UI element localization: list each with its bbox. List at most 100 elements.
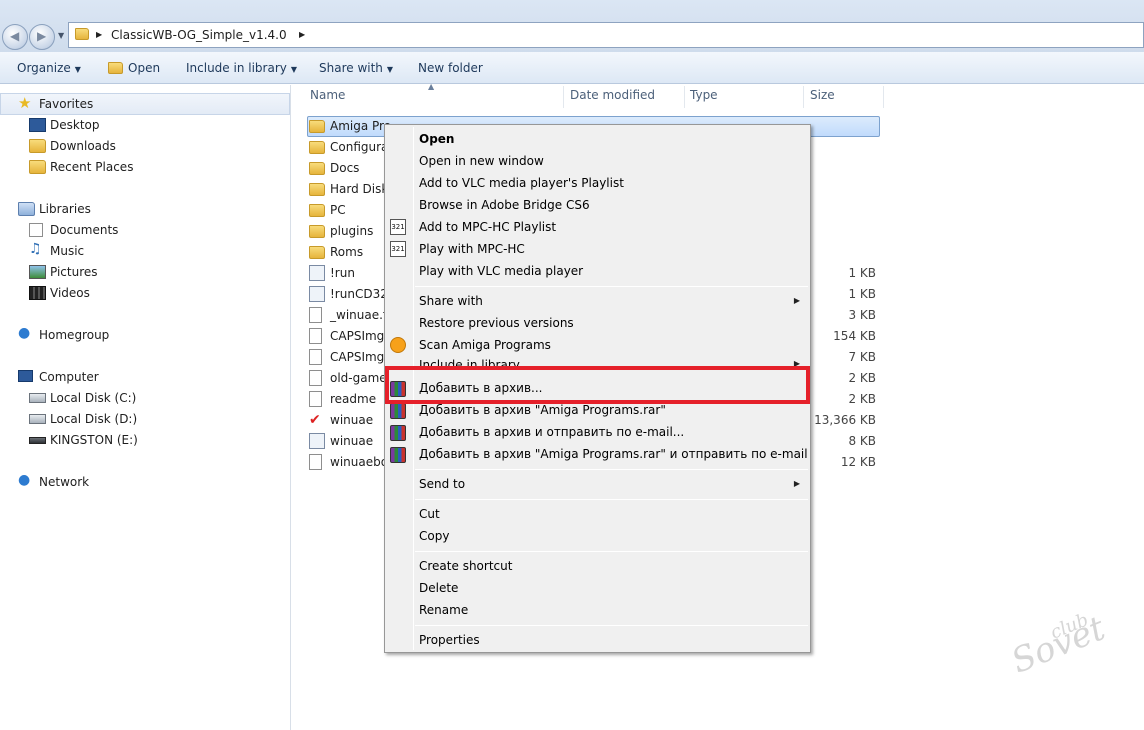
forward-arrow-icon: ▶	[37, 29, 47, 43]
forward-button[interactable]: ▶	[29, 24, 55, 50]
menu-item-delete[interactable]: Delete	[419, 581, 458, 595]
hard-drive-icon	[29, 393, 46, 403]
file-size: 7 KB	[848, 350, 876, 364]
file-icon	[309, 370, 322, 386]
homegroup-icon: ●	[18, 325, 31, 341]
share-with-button[interactable]: Share with ▼	[319, 61, 393, 75]
winrar-icon	[390, 447, 406, 463]
star-icon: ★	[18, 94, 32, 112]
videos-icon	[29, 286, 46, 300]
column-divider[interactable]	[684, 86, 685, 108]
menu-item-scan[interactable]: Scan Amiga Programs	[419, 338, 551, 352]
computer-icon	[18, 370, 33, 382]
menu-item-rar-named-email[interactable]: Добавить в архив "Amiga Programs.rar" и …	[419, 447, 808, 461]
menu-item-adobe-bridge[interactable]: Browse in Adobe Bridge CS6	[419, 198, 590, 212]
menu-item-open-new-window[interactable]: Open in new window	[419, 154, 544, 168]
file-size: 2 KB	[848, 392, 876, 406]
text-file-icon	[309, 391, 322, 407]
address-box[interactable]: ▶ ClassicWB-OG_Simple_v1.4.0 ▶	[68, 22, 1144, 48]
file-size: 13,366 KB	[814, 413, 876, 427]
column-header-name[interactable]: Name	[310, 88, 345, 102]
menu-item-properties[interactable]: Properties	[419, 633, 480, 647]
folder-icon	[309, 120, 325, 133]
column-divider[interactable]	[563, 86, 564, 108]
menu-item-vlc-playlist[interactable]: Add to VLC media player's Playlist	[419, 176, 624, 190]
breadcrumb-current[interactable]: ClassicWB-OG_Simple_v1.4.0	[111, 28, 287, 42]
file-size: 12 KB	[840, 455, 876, 469]
new-folder-button[interactable]: New folder	[418, 61, 483, 75]
folder-icon	[309, 225, 325, 238]
menu-item-copy[interactable]: Copy	[419, 529, 449, 543]
back-arrow-icon: ◀	[10, 29, 20, 43]
folder-icon	[75, 28, 89, 40]
highlight-box	[385, 366, 810, 404]
chevron-down-icon: ▼	[290, 65, 298, 74]
menu-item-cut[interactable]: Cut	[419, 507, 440, 521]
file-size: 3 KB	[848, 308, 876, 322]
menu-item-rar-add-named[interactable]: Добавить в архив "Amiga Programs.rar"	[419, 403, 666, 417]
breadcrumb-arrow-icon[interactable]: ▶	[299, 30, 305, 39]
organize-button[interactable]: Organize ▼	[17, 61, 81, 75]
column-header-date[interactable]: Date modified	[570, 88, 655, 102]
chevron-down-icon: ▼	[74, 65, 81, 74]
mpc-hc-icon: 321	[390, 219, 406, 235]
menu-separator	[415, 469, 808, 470]
config-file-icon	[309, 433, 325, 449]
pictures-icon	[29, 265, 46, 279]
navigation-pane: ★ Favorites Desktop Downloads Recent Plac…	[0, 85, 291, 730]
file-size: 1 KB	[848, 287, 876, 301]
libraries-icon	[18, 202, 35, 216]
executable-icon	[309, 286, 325, 302]
usb-drive-icon	[29, 437, 46, 444]
column-divider[interactable]	[803, 86, 804, 108]
command-toolbar: Organize ▼ Open Include in library ▼ Share…	[0, 52, 1144, 84]
submenu-arrow-icon: ▶	[793, 296, 800, 305]
file-icon	[309, 307, 322, 323]
folder-icon	[108, 62, 123, 74]
menu-item-create-shortcut[interactable]: Create shortcut	[419, 559, 512, 573]
file-icon	[309, 454, 322, 470]
back-button[interactable]: ◀	[2, 24, 28, 50]
folder-icon	[309, 141, 325, 154]
winrar-icon	[390, 425, 406, 441]
downloads-folder-icon	[29, 139, 46, 153]
executable-icon	[309, 265, 325, 281]
file-size: 2 KB	[848, 371, 876, 385]
breadcrumb-arrow-icon[interactable]: ▶	[96, 30, 102, 39]
menu-item-restore-versions[interactable]: Restore previous versions	[419, 316, 574, 330]
column-divider[interactable]	[883, 86, 884, 108]
winrar-icon	[390, 403, 406, 419]
menu-item-rename[interactable]: Rename	[419, 603, 468, 617]
sort-ascending-icon: ▲	[428, 82, 435, 91]
file-icon	[309, 328, 322, 344]
menu-item-share-with[interactable]: Share with	[419, 294, 483, 308]
recent-pages-dropdown-icon[interactable]: ▼	[58, 31, 64, 40]
network-icon: ●	[18, 472, 31, 488]
menu-item-open[interactable]: Open	[419, 132, 454, 146]
address-bar-area: ◀ ▶ ▼ ▶ ClassicWB-OG_Simple_v1.4.0 ▶	[0, 0, 1144, 52]
recent-places-icon	[29, 160, 46, 174]
menu-item-mpc-playlist[interactable]: Add to MPC-HC Playlist	[419, 220, 556, 234]
submenu-arrow-icon: ▶	[793, 479, 800, 488]
menu-item-send-to[interactable]: Send to	[419, 477, 465, 491]
menu-item-play-mpc[interactable]: Play with MPC-HC	[419, 242, 525, 256]
menu-separator	[415, 286, 808, 287]
folder-icon	[309, 183, 325, 196]
menu-item-play-vlc[interactable]: Play with VLC media player	[419, 264, 583, 278]
hard-drive-icon	[29, 414, 46, 424]
amiga-scan-icon	[390, 337, 406, 353]
column-header-type[interactable]: Type	[690, 88, 718, 102]
mpc-hc-icon: 321	[390, 241, 406, 257]
desktop-icon	[29, 118, 46, 132]
open-button[interactable]: Open	[108, 61, 160, 75]
file-size: 8 KB	[848, 434, 876, 448]
menu-separator	[415, 625, 808, 626]
column-header-size[interactable]: Size	[810, 88, 835, 102]
file-icon	[309, 349, 322, 365]
documents-icon	[29, 223, 43, 237]
folder-icon	[309, 204, 325, 217]
music-note-icon: ♫	[29, 241, 42, 257]
include-in-library-button[interactable]: Include in library ▼	[186, 61, 297, 75]
menu-item-rar-email[interactable]: Добавить в архив и отправить по e-mail..…	[419, 425, 684, 439]
file-size: 154 KB	[833, 329, 876, 343]
